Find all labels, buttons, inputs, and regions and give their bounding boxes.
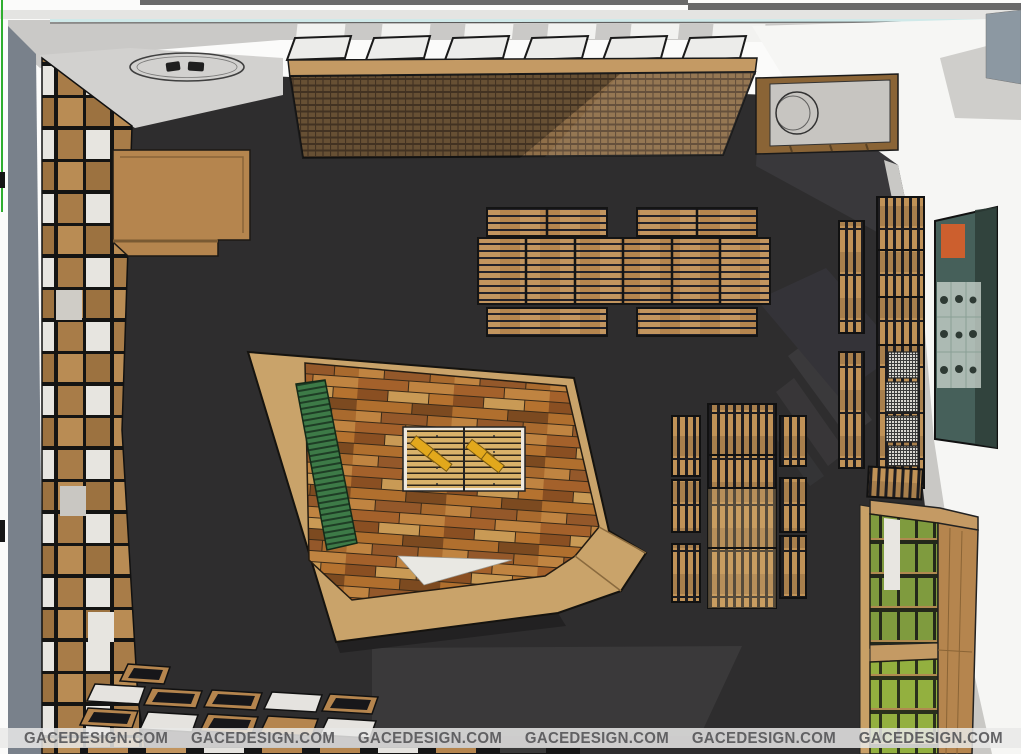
floor-light-patch-bottom [372,646,742,736]
watermark-text: GACEDESIGN.COM [191,729,335,747]
bench [867,467,922,500]
long-display-table [877,197,924,488]
bench [839,221,864,333]
bench [839,352,864,468]
bench [487,308,607,336]
bookcase-upper-shelves [870,514,938,648]
wall-poster [935,207,997,448]
bench [637,308,757,336]
service-desk [113,150,250,256]
skylight-panel [603,36,667,60]
top-strip [0,10,1021,19]
bench [672,544,700,602]
bench [780,416,806,466]
watermark-band: GACEDESIGN.COM GACEDESIGN.COM GACEDESIGN… [0,728,1021,748]
skylight-panel [524,36,588,60]
shelf-cell [60,486,86,516]
wall-mark [0,520,5,542]
watermark-text: GACEDESIGN.COM [525,729,669,747]
watermark-text: GACEDESIGN.COM [24,729,168,747]
chair [188,61,205,71]
watermark-text: GACEDESIGN.COM [692,729,836,747]
slatted-screen-panel [288,58,757,158]
scene-canvas [0,0,1021,754]
top-bar-left [140,0,688,5]
bench [780,536,806,598]
rendered-scene: GACEDESIGN.COM GACEDESIGN.COM GACEDESIGN… [0,0,1021,754]
watermark-text: GACEDESIGN.COM [859,729,1003,747]
green-bookcase [860,500,978,754]
skylight-panel [445,36,509,60]
wire-baskets [886,352,918,466]
skylight-panel [682,36,746,60]
skylight-panel [287,36,351,60]
wall-mark [0,172,5,188]
poster-stamp [941,224,965,258]
top-bar-right [688,3,1021,10]
shelf-cell [88,612,114,642]
corner-display-box [756,74,898,154]
corner-window-panel [986,10,1021,84]
bench [780,478,806,532]
bench [672,480,700,532]
platform-display-table [403,427,525,491]
bookcase-white-panel [884,518,900,590]
skylight-panel [366,36,430,60]
front-display-bins-row2 [80,747,580,754]
watermark-text: GACEDESIGN.COM [358,729,502,747]
bench [672,416,700,476]
shelf-cell [56,290,82,320]
vertical-slat-benches [672,404,806,608]
wall-top-edge [50,19,1008,22]
